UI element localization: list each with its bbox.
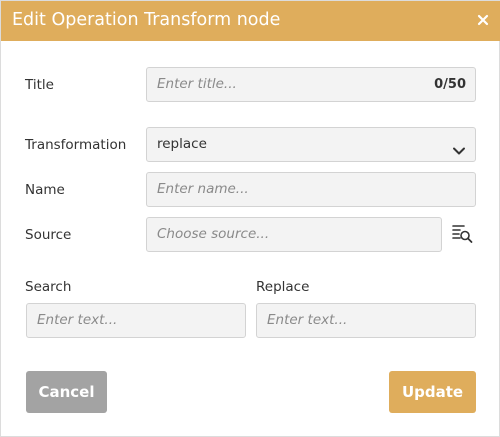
update-button[interactable]: Update [389, 371, 476, 413]
title-input[interactable]: Enter title... 0/50 [146, 67, 476, 102]
name-placeholder: Enter name... [157, 181, 249, 197]
search-input[interactable]: Enter text... [26, 303, 246, 338]
transformation-label: Transformation [25, 137, 127, 153]
dialog-header: Edit Operation Transform node [1, 1, 500, 41]
name-input[interactable]: Enter name... [146, 172, 476, 207]
title-placeholder: Enter title... [157, 76, 237, 92]
search-list-icon[interactable] [452, 223, 474, 245]
replace-label: Replace [256, 279, 310, 295]
dialog-title: Edit Operation Transform node [12, 10, 281, 30]
replace-placeholder: Enter text... [267, 312, 348, 328]
source-placeholder: Choose source... [157, 226, 270, 242]
source-input[interactable]: Choose source... [146, 217, 442, 252]
transformation-value: replace [157, 136, 207, 152]
title-char-counter: 0/50 [434, 77, 466, 92]
transformation-select[interactable]: replace [146, 127, 476, 162]
replace-input[interactable]: Enter text... [256, 303, 476, 338]
chevron-down-icon [452, 138, 466, 155]
edit-node-dialog: Edit Operation Transform node Title Ente… [0, 0, 500, 437]
source-label: Source [25, 227, 72, 243]
cancel-button[interactable]: Cancel [26, 371, 107, 413]
search-label: Search [25, 279, 72, 295]
name-label: Name [25, 182, 65, 198]
title-label: Title [25, 77, 54, 93]
close-icon[interactable] [476, 12, 490, 26]
search-placeholder: Enter text... [37, 312, 118, 328]
